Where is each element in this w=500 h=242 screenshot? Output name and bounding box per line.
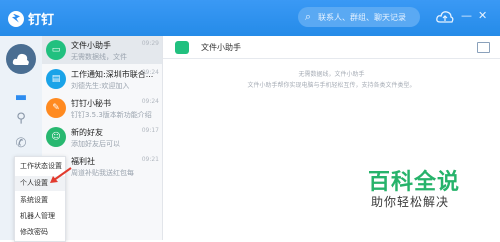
watermark-title: 百科全说 [368, 170, 461, 195]
list-item-subtitle: 钉钉3.5.3版本新功能介绍 [71, 111, 152, 119]
list-item-time: 09:29 [141, 40, 159, 47]
list-item-subtitle: 添加好友后可以 [71, 140, 120, 148]
list-item-title: 新的好友 [71, 128, 103, 137]
list-item[interactable]: ▤ 工作通知:深圳市联合... 刘德先生:欢迎加入 09:24 [42, 65, 162, 93]
brand: 钉钉 [8, 9, 54, 28]
avatar[interactable] [6, 44, 36, 74]
list-item-subtitle: 无需数据线，文件 [71, 53, 127, 61]
search-input[interactable]: ⌕ 联系人、群组、聊天记录 [298, 7, 420, 27]
search-icon: ⌕ [304, 10, 312, 23]
list-item-title: 文件小助手 [71, 41, 111, 50]
list-item-title: 钉钉小秘书 [71, 99, 111, 108]
cloud-upload-icon[interactable] [436, 9, 454, 25]
list-item-time: 09:24 [141, 98, 159, 105]
cloud-avatar-icon [12, 53, 29, 65]
chat-title: 文件小助手 [201, 43, 241, 52]
folder-icon: ▭ [46, 40, 66, 60]
pin-icon[interactable]: ⚲ [13, 111, 29, 127]
list-item-time: 09:17 [141, 127, 159, 134]
red-arrow-icon [50, 167, 72, 183]
list-item[interactable]: ✎ 钉钉小秘书 钉钉3.5.3版本新功能介绍 09:24 [42, 94, 162, 122]
list-item-time: 09:21 [141, 156, 159, 163]
image-icon[interactable] [477, 42, 490, 53]
list-item-subtitle: 周道补贴我送红包每 [71, 169, 134, 177]
search-placeholder: 联系人、群组、聊天记录 [318, 12, 406, 22]
folder-icon [175, 41, 189, 54]
message-icon[interactable]: ▬ [13, 90, 29, 106]
chat-message: 文件小助手帮你实现电脑与手机轻松互传，支持各类文件类型。 [247, 82, 416, 89]
phone-icon[interactable]: ✆ [13, 136, 29, 152]
notification-icon: ▤ [46, 69, 66, 89]
list-item-subtitle: 刘德先生:欢迎加入 [71, 82, 130, 90]
watermark-subtitle: 助你轻松解决 [371, 195, 450, 209]
chat-message: 无需数据线，文件小助手 [298, 71, 365, 78]
top-bar: 钉钉 ⌕ 联系人、群组、聊天记录 — ✕ [0, 0, 500, 36]
secretary-icon: ✎ [46, 98, 66, 118]
minimize-icon[interactable]: — [461, 9, 472, 23]
list-item[interactable]: ▭ 文件小助手 无需数据线，文件 09:29 [42, 36, 162, 64]
menu-item-system-settings[interactable]: 系统设置 [15, 193, 65, 208]
close-icon[interactable]: ✕ [478, 9, 487, 23]
list-item-title: 福利社 [71, 157, 95, 166]
menu-item-change-password[interactable]: 修改密码 [15, 225, 65, 240]
menu-item-robot-management[interactable]: 机器人管理 [15, 209, 65, 224]
list-item-time: 09:24 [141, 69, 159, 76]
list-item[interactable]: ☺ 新的好友 添加好友后可以 09:17 [42, 123, 162, 151]
dingtalk-logo-icon [8, 10, 24, 27]
new-friend-icon: ☺ [46, 127, 66, 147]
chat-header: 文件小助手 [163, 36, 500, 59]
app-name: 钉钉 [28, 13, 55, 28]
